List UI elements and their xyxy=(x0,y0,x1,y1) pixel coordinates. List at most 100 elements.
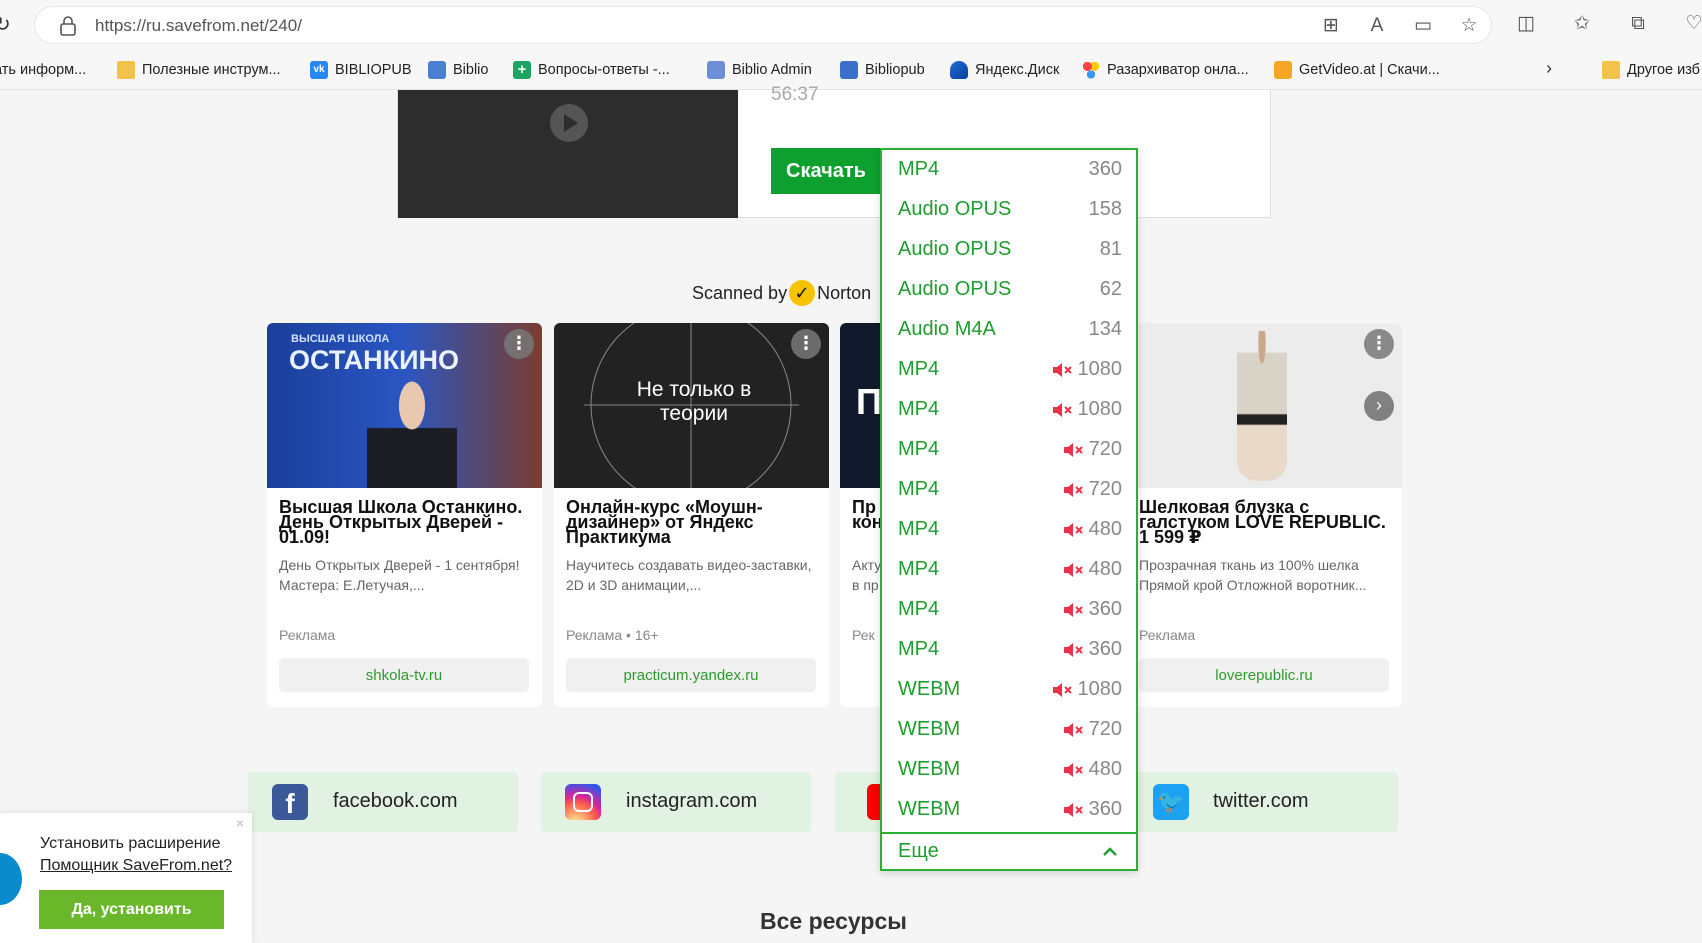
quality-number: 720 xyxy=(1088,438,1122,460)
video-thumbnail[interactable] xyxy=(398,90,738,218)
format-option[interactable]: MP4 720 xyxy=(882,470,1136,510)
video-duration: 56:37 xyxy=(771,84,819,105)
bookmark-item[interactable]: Разархиватор онла... xyxy=(1082,58,1249,82)
social-link-facebook[interactable]: f facebook.com xyxy=(248,772,518,832)
ad-menu-icon[interactable]: ⋮ xyxy=(1364,329,1394,359)
lock-icon[interactable] xyxy=(59,16,77,36)
ad-image[interactable]: ВЫСШАЯ ШКОЛА ОСТАНКИНО xyxy=(267,323,542,488)
format-option[interactable]: Audio OPUS 158 xyxy=(882,190,1136,230)
format-option[interactable]: Audio M4A 134 xyxy=(882,310,1136,350)
format-option[interactable]: MP4 360 xyxy=(882,590,1136,630)
favorite-star-icon[interactable]: ☆ xyxy=(1457,14,1481,38)
ad-card[interactable]: ⋮ › Шелковая блузка с галстуком LOVE REP… xyxy=(1127,323,1402,707)
bookmark-item[interactable]: GetVideo.at | Скачи... xyxy=(1274,58,1440,82)
bookmark-item[interactable]: Яндекс.Диск xyxy=(950,58,1059,82)
instagram-icon xyxy=(565,784,601,820)
bookmark-item[interactable]: Biblio xyxy=(428,58,488,82)
format-option[interactable]: MP4 480 xyxy=(882,510,1136,550)
social-link-twitter[interactable]: 🐦 twitter.com xyxy=(1128,772,1398,832)
favorites-icon[interactable]: ✩ xyxy=(1570,12,1594,36)
install-button[interactable]: Да, установить xyxy=(39,890,224,929)
format-option[interactable]: MP4 720 xyxy=(882,430,1136,470)
reload-icon[interactable]: ↻ xyxy=(0,12,14,36)
download-button[interactable]: Скачать xyxy=(771,148,881,194)
ad-menu-icon[interactable]: ⋮ xyxy=(791,329,821,359)
ad-image[interactable] xyxy=(1127,323,1402,488)
format-option[interactable]: Audio OPUS 62 xyxy=(882,270,1136,310)
split-screen-icon[interactable]: ◫ xyxy=(1514,12,1538,36)
format-option[interactable]: Audio OPUS 81 xyxy=(882,230,1136,270)
format-option[interactable]: MP4 1080 xyxy=(882,350,1136,390)
url-text[interactable]: https://ru.savefrom.net/240/ xyxy=(95,16,302,36)
ad-label: Реклама xyxy=(279,627,336,643)
folder-icon xyxy=(1602,61,1620,79)
quality-number: 480 xyxy=(1088,518,1122,540)
apps-icon[interactable]: ⊞ xyxy=(1319,14,1343,38)
bookmark-item[interactable]: + Вопросы-ответы -... xyxy=(513,58,670,82)
format-option[interactable]: WEBM 480 xyxy=(882,750,1136,790)
format-label: MP4 xyxy=(898,158,940,180)
ad-title[interactable]: Онлайн-курс «Моушн-дизайнер» от Яндекс П… xyxy=(566,498,822,546)
collections-icon[interactable]: ⧉ xyxy=(1626,12,1650,36)
bookmark-item-other[interactable]: Другое изб xyxy=(1602,58,1700,82)
ad-title[interactable]: Высшая Школа Останкино. День Открытых Дв… xyxy=(279,498,535,546)
format-option[interactable]: WEBM 360 xyxy=(882,790,1136,830)
bookmark-item[interactable]: Полезные инструм... xyxy=(117,58,281,82)
show-more-row[interactable]: Еще xyxy=(882,832,1136,869)
ad-menu-icon[interactable]: ⋮ xyxy=(504,329,534,359)
ad-domain-button[interactable]: practicum.yandex.ru xyxy=(566,658,816,692)
muted-speaker-icon xyxy=(1052,682,1072,697)
format-option[interactable]: MP4 480 xyxy=(882,550,1136,590)
ad-image[interactable]: Не только в теории xyxy=(554,323,829,488)
ad-image-model xyxy=(1237,331,1287,481)
show-more-label: Еще xyxy=(898,840,939,862)
extension-link[interactable]: Помощник SaveFrom.net? xyxy=(40,855,232,877)
quality-value: 720 xyxy=(1063,478,1122,501)
bookmark-item[interactable]: Bibliopub xyxy=(840,58,925,82)
bookmark-item[interactable]: vk BIBLIOPUB xyxy=(310,58,412,82)
quality-number: 81 xyxy=(1099,238,1122,260)
quality-number: 158 xyxy=(1088,198,1122,220)
read-aloud-icon[interactable]: A xyxy=(1365,14,1389,38)
bookmark-item[interactable]: Biblio Admin xyxy=(707,58,812,82)
close-icon[interactable]: × xyxy=(236,815,244,831)
address-bar[interactable]: https://ru.savefrom.net/240/ ⊞ A ▭ ☆ xyxy=(34,6,1492,44)
all-resources-heading: Все ресурсы xyxy=(760,908,907,934)
chevron-right-icon[interactable]: › xyxy=(1546,58,1552,79)
social-link-instagram[interactable]: instagram.com xyxy=(541,772,811,832)
muted-speaker-icon xyxy=(1052,362,1072,377)
muted-speaker-icon xyxy=(1063,482,1083,497)
format-option[interactable]: WEBM 720 xyxy=(882,710,1136,750)
bookmark-item[interactable]: ать информ... xyxy=(0,58,86,82)
chevron-up-icon[interactable] xyxy=(1100,842,1120,862)
muted-speaker-icon xyxy=(1063,602,1083,617)
social-link-youtube[interactable] xyxy=(835,772,885,832)
play-icon[interactable] xyxy=(550,104,588,142)
muted-speaker-icon xyxy=(1063,562,1083,577)
ad-description: Научитесь создавать видео-заставки, 2D и… xyxy=(566,557,812,593)
format-option[interactable]: WEBM 1080 xyxy=(882,670,1136,710)
ad-domain-button[interactable]: loverepublic.ru xyxy=(1139,658,1389,692)
archiver-icon xyxy=(1082,61,1100,79)
ad-card[interactable]: ВЫСШАЯ ШКОЛА ОСТАНКИНО ⋮ Высшая Школа Ос… xyxy=(267,323,542,707)
chevron-right-icon[interactable]: › xyxy=(1364,391,1394,421)
yandex-disk-icon xyxy=(950,61,968,79)
immersive-reader-icon[interactable]: ▭ xyxy=(1411,14,1435,38)
format-label: WEBM xyxy=(898,718,961,740)
quality-value: 158 xyxy=(1089,198,1122,221)
format-option[interactable]: MP4 1080 xyxy=(882,390,1136,430)
ad-image-caption: ОСТАНКИНО xyxy=(289,345,460,375)
scanned-by-norton: Scanned by ✓ Norton xyxy=(692,280,871,306)
ad-title[interactable]: Шелковая блузка с галстуком LOVE REPUBLI… xyxy=(1139,498,1395,546)
ad-image-caption-top: ВЫСШАЯ ШКОЛА xyxy=(291,333,390,345)
ad-card[interactable]: Не только в теории ⋮ Онлайн-курс «Моушн-… xyxy=(554,323,829,707)
ad-domain-button[interactable]: shkola-tv.ru xyxy=(279,658,529,692)
quality-value: 720 xyxy=(1063,438,1122,461)
quality-value: 1080 xyxy=(1052,678,1122,701)
format-label: Audio OPUS xyxy=(898,278,1012,300)
quality-number: 480 xyxy=(1088,558,1122,580)
heartbeat-icon[interactable]: ♡ xyxy=(1682,12,1702,36)
quality-value: 720 xyxy=(1063,718,1122,741)
format-option[interactable]: MP4 360 xyxy=(882,150,1136,190)
format-option[interactable]: MP4 360 xyxy=(882,630,1136,670)
